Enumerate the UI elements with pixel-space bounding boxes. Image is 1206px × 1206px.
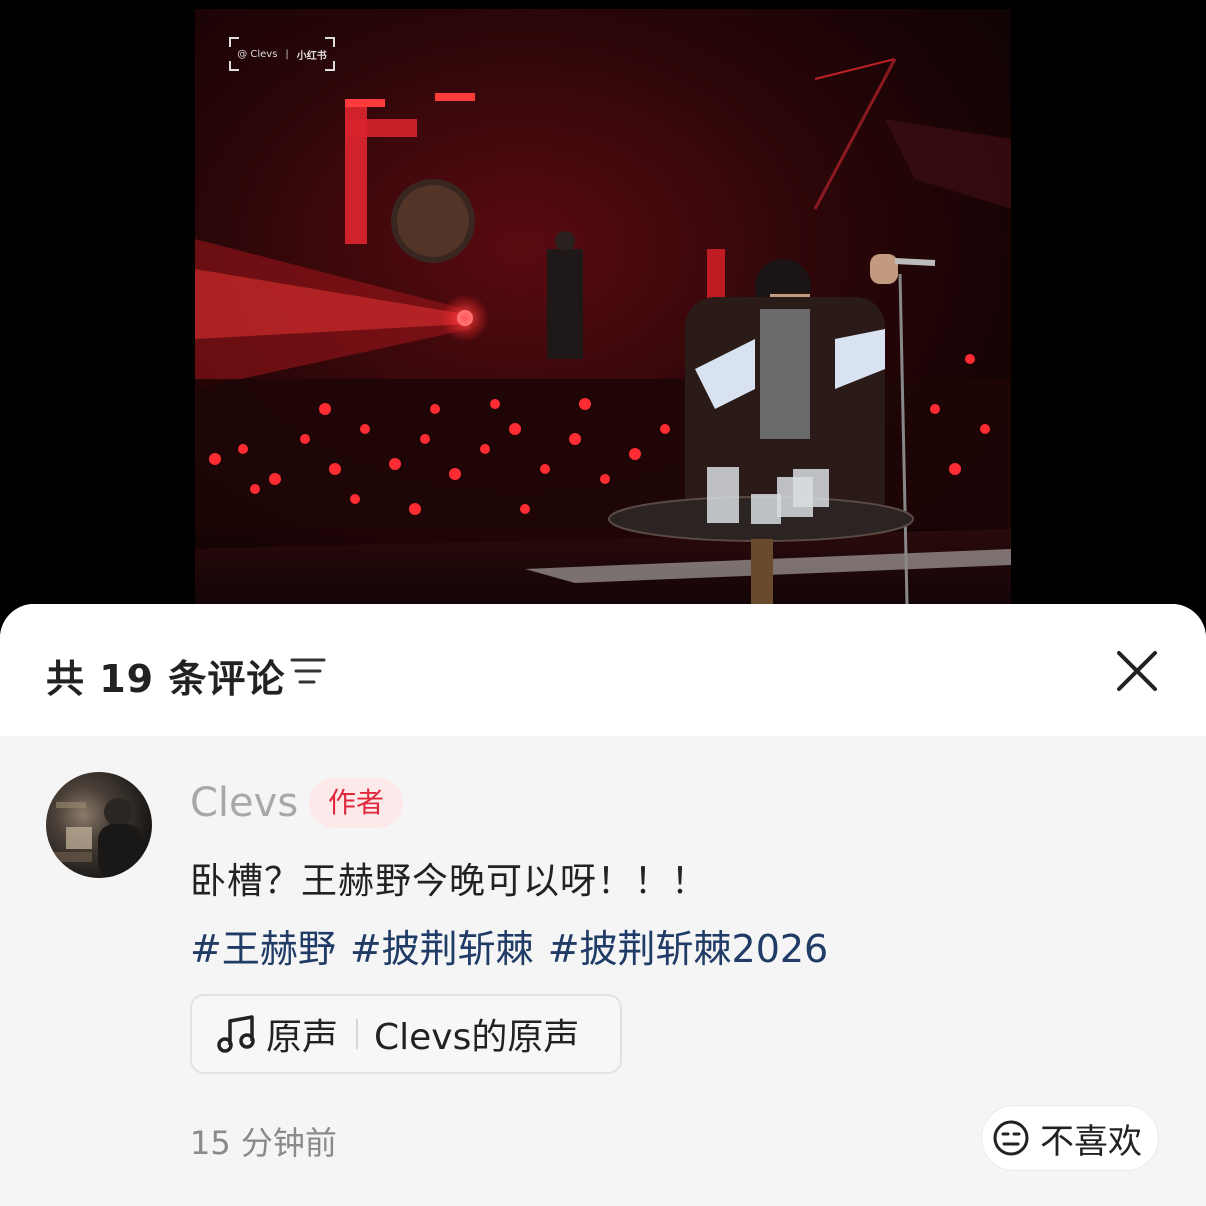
watermark-corner — [325, 37, 335, 47]
original-sound-chip[interactable]: 原声 Clevs的原声 — [190, 994, 622, 1074]
sheet-header: 共 19 条评论 — [0, 604, 1206, 736]
author-badge: 作者 — [309, 778, 403, 828]
avatar-image — [52, 798, 142, 878]
music-note-icon — [217, 1015, 255, 1053]
watermark-separator: | — [285, 48, 289, 60]
hashtag-link[interactable]: #披荆斩棘 — [350, 918, 534, 973]
watermark: @ Clevs | 小红书 — [229, 37, 335, 71]
comment-item: Clevs 作者 卧槽？王赫野今晚可以呀！！！ #王赫野 #披荆斩棘 #披荆斩棘… — [0, 736, 1206, 1206]
avatar[interactable] — [46, 772, 152, 878]
hashtag-list: #王赫野 #披荆斩棘 #披荆斩棘2026 — [190, 918, 828, 973]
comment-timestamp: 15 分钟前 — [190, 1124, 337, 1162]
hashtag-link[interactable]: #王赫野 — [190, 918, 336, 973]
close-icon[interactable] — [1114, 648, 1160, 694]
sound-divider — [356, 1019, 359, 1049]
video-frame[interactable]: @ Clevs | 小红书 — [195, 9, 1011, 604]
comment-username[interactable]: Clevs — [190, 780, 298, 826]
sort-icon[interactable] — [290, 656, 326, 686]
stage-scene-image — [195, 58, 1011, 604]
hashtag-link[interactable]: #披荆斩棘2026 — [548, 918, 829, 973]
watermark-user: @ Clevs — [237, 48, 278, 60]
dislike-button[interactable]: 不喜欢 — [982, 1106, 1158, 1170]
watermark-brand: 小红书 — [296, 50, 327, 62]
watermark-corner — [229, 37, 239, 47]
watermark-corner — [229, 61, 239, 71]
comment-count-title: 共 19 条评论 — [46, 657, 286, 701]
video-area[interactable]: @ Clevs | 小红书 — [0, 0, 1206, 640]
comment-sheet: 共 19 条评论 Clevs 作者 卧槽？王赫野今晚可以呀！！！ #王赫野 #披 — [0, 604, 1206, 1206]
dislike-face-icon — [993, 1120, 1029, 1156]
sound-label: 原声 — [266, 1017, 339, 1058]
sound-name: Clevs的原声 — [374, 1017, 580, 1058]
dislike-label: 不喜欢 — [1040, 1121, 1142, 1162]
watermark-corner — [325, 61, 335, 71]
comment-text: 卧槽？王赫野今晚可以呀！！！ — [190, 861, 709, 902]
